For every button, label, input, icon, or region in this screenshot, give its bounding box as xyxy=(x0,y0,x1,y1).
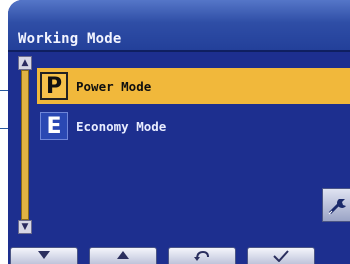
economy-mode-badge: E xyxy=(40,112,68,140)
settings-tool-button[interactable] xyxy=(322,188,350,222)
wrench-icon xyxy=(328,199,346,215)
power-mode-badge: P xyxy=(40,72,68,100)
softkey-confirm[interactable] xyxy=(247,247,315,264)
softkey-bar xyxy=(8,247,350,264)
title-bar: Working Mode xyxy=(8,0,350,52)
list-item-economy-mode[interactable]: E Economy Mode xyxy=(37,108,350,144)
softkey-return[interactable] xyxy=(168,247,236,264)
down-arrow-icon xyxy=(38,251,50,259)
return-icon xyxy=(194,250,209,261)
scroll-track[interactable] xyxy=(21,70,29,220)
checkmark-icon xyxy=(273,250,289,262)
display-screen: Working Mode ▲ ▼ P Power Mode E Economy … xyxy=(8,0,350,264)
scroll-down-button[interactable]: ▼ xyxy=(18,220,32,234)
economy-mode-label: Economy Mode xyxy=(76,118,167,134)
mode-list: P Power Mode E Economy Mode xyxy=(37,68,350,148)
up-arrow-icon xyxy=(117,251,129,259)
softkey-up[interactable] xyxy=(89,247,157,264)
softkey-down[interactable] xyxy=(10,247,78,264)
scroll-up-button[interactable]: ▲ xyxy=(18,56,32,70)
page-title: Working Mode xyxy=(18,31,122,47)
list-item-power-mode[interactable]: P Power Mode xyxy=(37,68,350,104)
scrollbar[interactable]: ▲ ▼ xyxy=(18,56,32,234)
power-mode-label: Power Mode xyxy=(76,78,152,94)
